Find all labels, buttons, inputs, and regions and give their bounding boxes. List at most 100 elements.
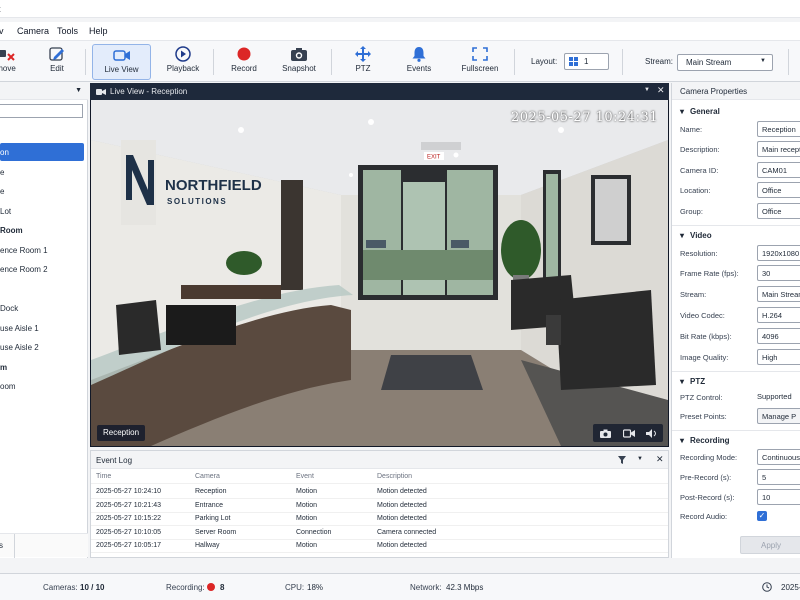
pre-record-label: Pre-Record (s):	[680, 473, 732, 482]
section-divider	[672, 371, 800, 372]
section-recording[interactable]: ▾ Recording	[680, 436, 730, 445]
layout-select[interactable]: 1	[564, 53, 609, 70]
tree-camera-item[interactable]: ence Room 1	[0, 241, 84, 259]
properties-header: Camera Properties	[672, 83, 800, 100]
resolution-select[interactable]: 1920x1080	[757, 245, 800, 261]
video-camera-icon	[112, 50, 130, 61]
table-row[interactable]: 2025-05-27 10:21:43 Entrance Motion Motion …	[91, 499, 668, 513]
record-audio-checkbox[interactable]: ✓	[757, 511, 767, 521]
preset-points-label: Preset Points:	[680, 412, 727, 421]
fullscreen-button[interactable]: Fullscreen	[461, 44, 499, 80]
table-row[interactable]: 2025-05-27 10:15:22 Parking Lot Motion Moti…	[91, 512, 668, 526]
remove-button[interactable]: move	[0, 44, 20, 80]
apply-button[interactable]: Apply	[740, 536, 800, 554]
layout-value: 1	[584, 57, 589, 66]
tree-camera-item[interactable]: use Aisle 1	[0, 319, 84, 337]
menu-camera[interactable]: Camera	[17, 26, 49, 36]
tree-camera-item[interactable]: on	[0, 143, 84, 161]
camera-id-field[interactable]: CAM01	[757, 162, 800, 178]
tree-group[interactable]: Room	[0, 221, 84, 239]
snapshot-icon[interactable]	[600, 429, 611, 438]
close-icon[interactable]: ✕	[656, 454, 664, 465]
tree-camera-item[interactable]: e	[0, 182, 84, 200]
record-video-icon[interactable]	[623, 429, 635, 438]
stream-select[interactable]: Main Stream ▼	[677, 54, 773, 71]
event-log-header: Event Log ▼ ✕	[91, 451, 668, 469]
pre-record-field[interactable]: 5	[757, 469, 800, 485]
section-general[interactable]: ▾ General	[680, 107, 720, 116]
table-row[interactable]: 2025-05-27 10:10:05 Server Room Connection…	[91, 526, 668, 540]
live-view-menu-icon[interactable]: ▼	[644, 87, 650, 93]
tree-group[interactable]: m	[0, 358, 84, 376]
location-field[interactable]: Office	[757, 182, 800, 198]
camera-icon	[291, 48, 307, 61]
tree-camera-item[interactable]: oom	[0, 377, 84, 395]
event-camera: Server Room	[195, 528, 237, 536]
cameras-count: 10 / 10	[80, 583, 105, 592]
menu-bar: v Camera Tools Help	[0, 22, 800, 40]
post-record-field[interactable]: 10	[757, 489, 800, 505]
bell-icon	[412, 47, 426, 62]
window-title: t	[0, 4, 1, 14]
snapshot-button[interactable]: Snapshot	[280, 44, 318, 80]
tree-camera-item[interactable]	[0, 280, 84, 298]
event-camera: Hallway	[195, 542, 220, 549]
tree-camera-item[interactable]: Dock	[0, 299, 84, 317]
menu-tools[interactable]: Tools	[57, 26, 78, 36]
tree-camera-item[interactable]: Lot	[0, 202, 84, 220]
ptz-button[interactable]: PTZ	[348, 44, 378, 80]
table-row[interactable]: 2025-05-27 10:05:17 Hallway Motion Motion d…	[91, 539, 668, 553]
section-divider	[672, 225, 800, 226]
volume-icon[interactable]	[646, 429, 657, 438]
tree-camera-item[interactable]: e	[0, 163, 84, 181]
frame-rate-field[interactable]: 30	[757, 265, 800, 281]
edit-button[interactable]: Edit	[42, 44, 72, 80]
camera-video-feed[interactable]: EXIT NORTHFIELD SOLUTIONS 2025-05-27 10:…	[91, 100, 668, 446]
video-controls	[593, 424, 663, 442]
column-header-camera[interactable]: Camera	[195, 473, 220, 480]
events-button[interactable]: Events	[403, 44, 435, 80]
stream-select-value: Main Stream	[686, 58, 732, 67]
play-icon	[175, 46, 191, 62]
image-quality-label: Image Quality:	[680, 353, 729, 362]
panel-menu-chevron-icon[interactable]: ▼	[75, 87, 82, 94]
playback-button[interactable]: Playback	[162, 44, 204, 80]
menu-view[interactable]: v	[0, 26, 4, 36]
column-header-event[interactable]: Event	[296, 473, 314, 480]
table-row[interactable]: 2025-05-27 10:24:10 Reception Motion Motion…	[91, 485, 668, 499]
close-icon[interactable]: ✕	[657, 85, 665, 96]
layout-label: Layout:	[531, 57, 558, 66]
group-select[interactable]: Office	[757, 203, 800, 219]
tree-camera-item[interactable]: ence Room 2	[0, 260, 84, 278]
camera-search-input[interactable]	[0, 104, 83, 118]
toolbar-separator	[331, 49, 332, 75]
column-header-description[interactable]: Description	[377, 473, 412, 480]
tree-footer-tab[interactable]: s	[0, 541, 3, 550]
section-ptz[interactable]: ▾ PTZ	[680, 377, 705, 386]
video-timestamp: 2025-05-27 10:24:31	[511, 110, 658, 125]
record-audio-label: Record Audio:	[680, 512, 728, 521]
reception-scene: EXIT NORTHFIELD SOLUTIONS	[91, 100, 668, 446]
event-log-column-headers: Time Camera Event Description	[91, 470, 668, 484]
section-video[interactable]: ▾ Video	[680, 231, 712, 240]
tree-camera-item[interactable]: use Aisle 2	[0, 338, 84, 356]
stream-select[interactable]: Main Stream	[757, 286, 800, 302]
record-button[interactable]: Record	[226, 44, 262, 80]
manage-presets-button[interactable]: Manage P	[757, 408, 800, 424]
name-field[interactable]: Reception	[757, 121, 800, 137]
bit-rate-field[interactable]: 4096	[757, 328, 800, 344]
description-field[interactable]: Main reception	[757, 141, 800, 157]
properties-title: Camera Properties	[680, 87, 748, 96]
event-description: Motion detected	[377, 515, 427, 522]
chevron-down-icon[interactable]: ▼	[637, 456, 643, 462]
video-codec-select[interactable]: H.264	[757, 307, 800, 323]
column-header-time[interactable]: Time	[96, 473, 111, 480]
event-log-panel: Event Log ▼ ✕ Time Camera Event Descript…	[90, 450, 669, 558]
image-quality-select[interactable]: High	[757, 349, 800, 365]
status-clock: 2025-	[781, 583, 800, 592]
live-view-button[interactable]: Live View	[92, 44, 151, 80]
filter-icon[interactable]	[618, 456, 626, 464]
menu-help[interactable]: Help	[89, 26, 108, 36]
recording-mode-select[interactable]: Continuous	[757, 449, 800, 465]
recording-label: Recording:	[166, 583, 205, 592]
